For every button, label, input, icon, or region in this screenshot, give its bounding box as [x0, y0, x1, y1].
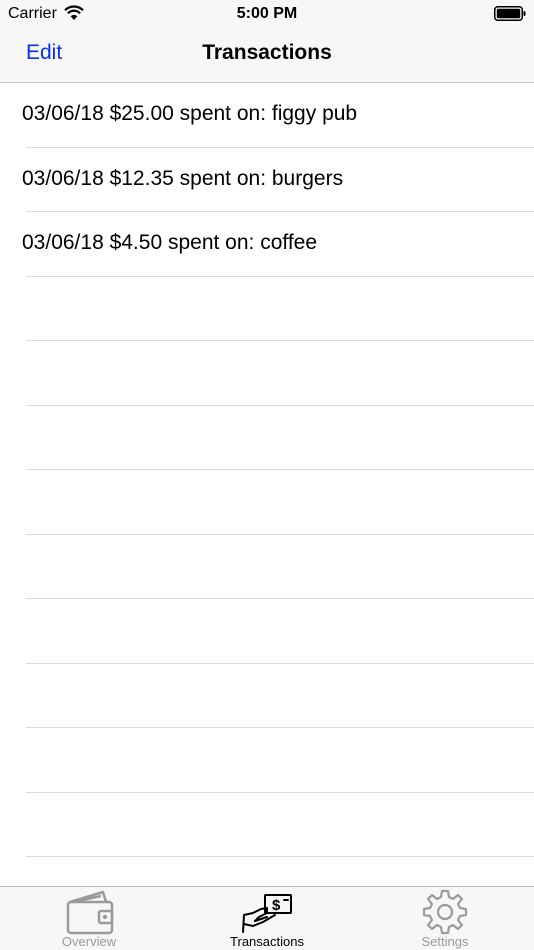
table-row[interactable]: 03/06/18 $4.50 spent on: coffee	[0, 212, 534, 277]
svg-text:$: $	[272, 897, 281, 914]
transaction-text: 03/06/18 $12.35 spent on: burgers	[22, 166, 344, 190]
empty-row	[0, 535, 534, 600]
empty-row	[0, 857, 534, 886]
battery-icon	[494, 6, 526, 21]
wallet-icon	[66, 890, 114, 935]
empty-row	[0, 406, 534, 471]
page-title: Transactions	[202, 41, 332, 64]
transaction-text: 03/06/18 $4.50 spent on: coffee	[22, 231, 318, 254]
table-row[interactable]: 03/06/18 $12.35 spent on: burgers	[0, 148, 534, 213]
tab-bar: Overview $ Transactions Settings	[0, 886, 534, 950]
tab-transactions[interactable]: $ Transactions	[178, 887, 356, 950]
tab-settings[interactable]: Settings	[356, 887, 534, 950]
empty-row	[0, 793, 534, 858]
status-time: 5:00 PM	[236, 5, 298, 22]
empty-row	[0, 599, 534, 664]
empty-row	[0, 664, 534, 729]
transaction-text: 03/06/18 $25.00 spent on: figgy pub	[22, 102, 358, 125]
empty-row	[0, 277, 534, 342]
table-row[interactable]: 03/06/18 $25.00 spent on: figgy pub	[0, 83, 534, 148]
empty-row	[0, 341, 534, 406]
empty-row	[0, 728, 534, 793]
empty-row	[0, 470, 534, 535]
navigation-bar: Edit Transactions	[0, 28, 534, 83]
tab-overview[interactable]: Overview	[0, 887, 178, 950]
tab-label: Settings	[421, 934, 469, 949]
status-bar: Carrier 5:00 PM	[0, 0, 534, 28]
transactions-table[interactable]: 03/06/18 $25.00 spent on: figgy pub 03/0…	[0, 83, 534, 886]
tab-label: Overview	[61, 934, 117, 949]
gear-icon	[422, 889, 468, 935]
tab-label: Transactions	[230, 934, 304, 949]
hand-money-icon: $	[242, 894, 292, 933]
